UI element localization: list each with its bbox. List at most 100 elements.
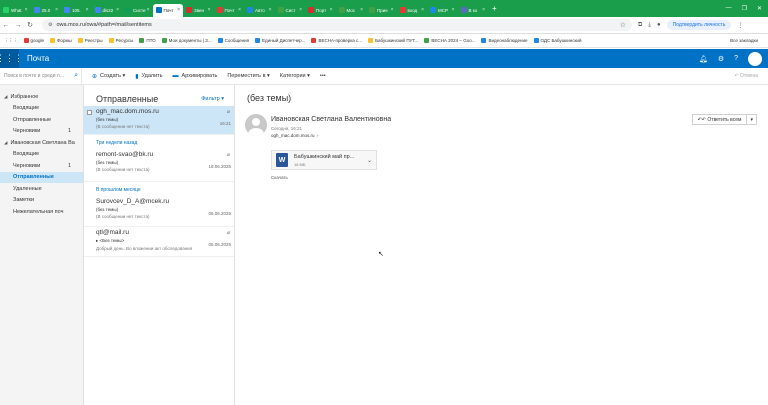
more-commands-icon[interactable]: ••• <box>320 73 326 79</box>
attachment-card[interactable]: W Бабушкинский май пр... 16 МБ ⌄ <box>271 150 377 170</box>
tab-close-icon[interactable]: × <box>330 7 333 13</box>
browser-tab[interactable]: Авто × <box>244 4 275 17</box>
browser-tab[interactable]: 105. × <box>61 4 92 17</box>
search-input[interactable]: Поиск в почте и среди л... <box>4 73 64 79</box>
tab-close-icon[interactable]: × <box>147 7 150 13</box>
browser-menu-icon[interactable]: ⋮ <box>737 22 743 29</box>
bookmark-item[interactable]: Сообщения <box>217 38 249 43</box>
message-item[interactable]: Surovcev_D_A@mcek.ru (без темы) (В сообщ… <box>84 196 234 227</box>
favorites-header[interactable]: ◢ Избранное <box>0 91 83 103</box>
tab-close-icon[interactable]: × <box>269 7 272 13</box>
bookmark-item[interactable]: Видеонаблюдение <box>481 38 528 43</box>
settings-gear-icon[interactable]: ⚙ <box>718 55 724 63</box>
tab-close-icon[interactable]: × <box>116 7 119 13</box>
close-window-icon[interactable]: ✕ <box>757 5 762 12</box>
back-icon[interactable]: ← <box>0 22 12 29</box>
tab-close-icon[interactable]: × <box>360 7 363 13</box>
extensions-icon[interactable]: ⧉ <box>638 22 642 29</box>
browser-tab[interactable]: What × <box>0 4 31 17</box>
app-launcher-icon[interactable]: ⋮⋮⋮ <box>0 49 23 68</box>
expand-caret-icon[interactable]: ▸ <box>96 238 98 243</box>
bookmark-item[interactable]: Бабушкинский ПУТ... <box>368 38 418 43</box>
browser-tab[interactable]: Порт × <box>305 4 336 17</box>
url-field[interactable]: ⚙ owa.mos.ru/owa/#path=/mail/sentitems ☆ <box>42 19 632 31</box>
notifications-bell-icon[interactable]: 🔔︎ <box>699 55 708 63</box>
tab-close-icon[interactable]: × <box>25 7 28 13</box>
bookmark-item[interactable]: google <box>23 38 44 43</box>
browser-tab[interactable]: В ко × <box>458 4 489 17</box>
folder-fav-drafts[interactable]: Черновики 1 <box>0 126 83 138</box>
browser-tab[interactable]: Прие × <box>366 4 397 17</box>
folder-sent[interactable]: Отправленные <box>0 171 83 183</box>
bookmark-item[interactable]: Мои документы | З... <box>161 38 212 43</box>
browser-tab[interactable]: 25.0 × <box>31 4 62 17</box>
tab-close-icon[interactable]: × <box>421 7 424 13</box>
recipient-line[interactable]: ogh_mac.dom.mos.ru › <box>271 133 319 138</box>
browser-tab[interactable]: MCP × <box>427 4 458 17</box>
undo-button[interactable]: ↶ Отмена <box>734 73 758 79</box>
minimize-icon[interactable]: — <box>726 5 732 12</box>
folder-drafts[interactable]: Черновики 1 <box>0 160 83 172</box>
search-icon[interactable]: ⌕ <box>74 72 78 80</box>
folder-inbox[interactable]: Входящие <box>0 149 83 161</box>
tab-close-icon[interactable]: × <box>299 7 302 13</box>
tab-close-icon[interactable]: × <box>391 7 394 13</box>
browser-tab[interactable]: Мос × <box>336 4 367 17</box>
message-item[interactable]: ogh_mac.dom.mos.ru (без темы) (В сообщен… <box>84 106 234 135</box>
bookmark-item[interactable]: Единый Диспетчер... <box>255 38 305 43</box>
tab-close-icon[interactable]: × <box>452 7 455 13</box>
browser-tab[interactable]: Почт × <box>152 3 183 17</box>
reply-all-button[interactable]: ↶↶ Ответить всем ▾ <box>691 114 757 125</box>
reply-all-main[interactable]: ↶↶ Ответить всем <box>693 117 747 123</box>
browser-tab[interactable]: dis22 × <box>92 4 123 17</box>
user-avatar[interactable] <box>748 51 762 66</box>
apps-grid-icon[interactable]: ⋮⋮⋮ <box>4 38 18 44</box>
select-checkbox[interactable] <box>87 110 92 115</box>
tab-close-icon[interactable]: × <box>208 7 211 13</box>
update-button[interactable]: Подтвердить личность <box>666 20 732 30</box>
filter-button[interactable]: Фильтр ▾ <box>201 96 224 102</box>
move-to-button[interactable]: Переместить в ▾ <box>227 73 269 79</box>
browser-tab[interactable]: Cисте × <box>122 4 153 17</box>
browser-tab[interactable]: Звен × <box>183 4 214 17</box>
bookmark-item[interactable]: Реестры <box>77 38 103 43</box>
attachment-menu-chevron-icon[interactable]: ⌄ <box>367 157 372 164</box>
bookmark-item[interactable]: ОДС Бабушкинский <box>533 38 581 43</box>
browser-tab[interactable]: Сист × <box>275 4 306 17</box>
maximize-icon[interactable]: ❐ <box>742 5 747 12</box>
forward-icon[interactable]: → <box>12 22 24 29</box>
bookmark-item[interactable]: Формы <box>50 38 72 43</box>
delete-button[interactable]: ▮ Удалить <box>135 73 162 80</box>
tab-close-icon[interactable]: × <box>482 7 485 13</box>
all-bookmarks-button[interactable]: Все закладки <box>730 38 762 43</box>
folder-deleted[interactable]: Удаленные <box>0 183 83 195</box>
tab-close-icon[interactable]: × <box>86 7 89 13</box>
archive-button[interactable]: ▬ Архивировать <box>173 73 218 79</box>
account-header[interactable]: ◢ Ивановская Светлана Ва <box>0 137 83 149</box>
profile-icon[interactable]: ● <box>657 22 661 28</box>
help-icon[interactable]: ? <box>734 55 738 62</box>
bookmark-item[interactable]: ПТО <box>139 38 156 43</box>
folder-fav-sent[interactable]: Отправленные <box>0 114 83 126</box>
categories-button[interactable]: Категории ▾ <box>280 73 310 79</box>
bookmark-item[interactable]: ВЕСНА-проверка с... <box>311 38 362 43</box>
site-info-icon[interactable]: ⚙ <box>48 22 52 28</box>
bookmark-item[interactable]: Ресурсы <box>108 38 133 43</box>
tab-close-icon[interactable]: × <box>177 7 180 13</box>
bookmark-item[interactable]: ВЕСНА 2024 – Goo... <box>424 38 475 43</box>
reply-dropdown-icon[interactable]: ▾ <box>746 115 756 124</box>
browser-tab[interactable]: вход × <box>397 4 428 17</box>
folder-fav-inbox[interactable]: Входящие <box>0 103 83 115</box>
download-link[interactable]: Скачать <box>271 175 288 180</box>
download-icon[interactable]: ⤓ <box>648 22 651 29</box>
new-button[interactable]: ⊕ Создать ▾ <box>92 73 125 80</box>
bookmark-star-icon[interactable]: ☆ <box>620 21 626 29</box>
browser-tab[interactable]: Почт × <box>214 4 245 17</box>
folder-junk[interactable]: Нежелательная поч <box>0 206 83 218</box>
tab-close-icon[interactable]: × <box>55 7 58 13</box>
folder-notes[interactable]: Заметки <box>0 195 83 207</box>
search-box[interactable]: Поиск в почте и среди л... ⌕ <box>0 67 82 85</box>
message-item[interactable]: remont-svao@bk.ru (без темы) (В сообщени… <box>84 149 234 182</box>
reload-icon[interactable]: ↻ <box>24 21 36 29</box>
tab-close-icon[interactable]: × <box>238 7 241 13</box>
